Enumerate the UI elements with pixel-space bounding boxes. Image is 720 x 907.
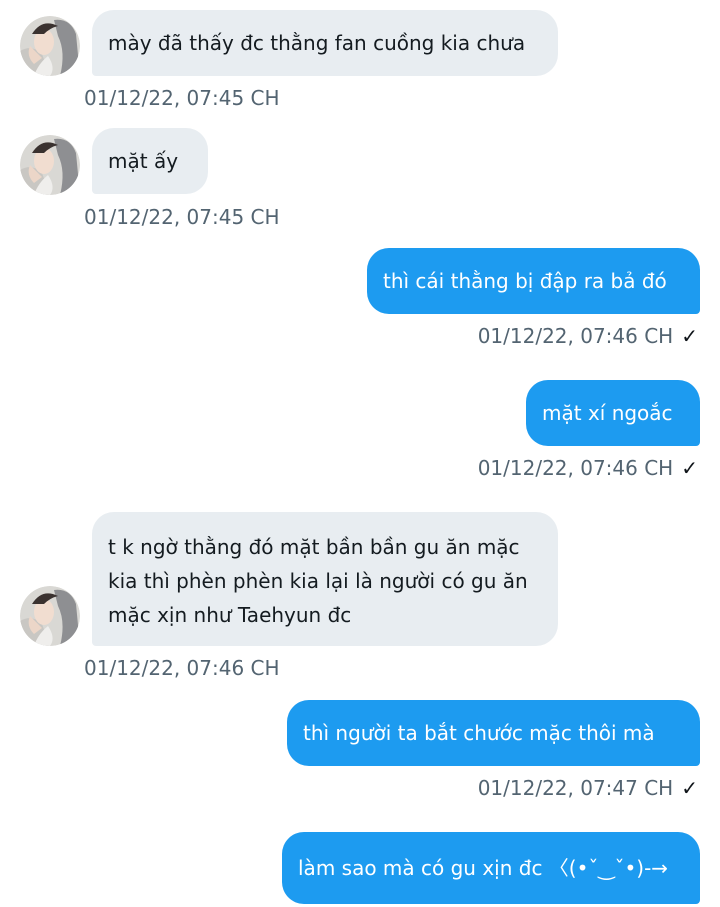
check-icon: ✓ [681,776,698,800]
message-timestamp: 01/12/22, 07:46 CH ✓ [477,324,698,348]
avatar[interactable] [20,16,80,76]
message-text: mặt ấy [108,149,179,173]
avatar[interactable] [20,135,80,195]
message-bubble[interactable]: mặt xí ngoắc [526,380,700,446]
avatar[interactable] [20,586,80,646]
check-icon: ✓ [681,456,698,480]
check-icon: ✓ [681,324,698,348]
message-text: thì cái thằng bị đập ra bả đó [383,269,667,293]
message-text: mặt xí ngoắc [542,401,673,425]
message-bubble[interactable]: t k ngờ thằng đó mặt bần bần gu ăn mặc k… [92,512,558,646]
message-timestamp: 01/12/22, 07:47 CH ✓ [477,776,698,800]
message-text-line: mặc xịn như Taehyun đc [108,603,352,627]
message-bubble[interactable]: thì người ta bắt chước mặc thôi mà [287,700,700,766]
message-text: thì người ta bắt chước mặc thôi mà [303,721,655,745]
message-bubble[interactable]: thì cái thằng bị đập ra bả đó [367,248,700,314]
message-bubble[interactable]: mặt ấy [92,128,208,194]
message-text-line: kia thì phèn phèn kia lại là người có gu… [108,569,528,593]
message-timestamp: 01/12/22, 07:45 CH [84,205,280,229]
message-text-line: t k ngờ thằng đó mặt bần bần gu ăn mặc [108,535,520,559]
message-timestamp: 01/12/22, 07:46 CH [84,656,280,680]
message-timestamp: 01/12/22, 07:45 CH [84,86,280,110]
message-bubble[interactable]: mày đã thấy đc thằng fan cuồng kia chưa [92,10,558,76]
message-bubble[interactable]: làm sao mà có gu xịn đc 〈(•ˇ‿ˇ•)-→ [282,832,700,904]
message-text: mày đã thấy đc thằng fan cuồng kia chưa [108,31,526,55]
message-text: làm sao mà có gu xịn đc 〈(•ˇ‿ˇ•)-→ [298,856,669,880]
message-timestamp: 01/12/22, 07:46 CH ✓ [477,456,698,480]
